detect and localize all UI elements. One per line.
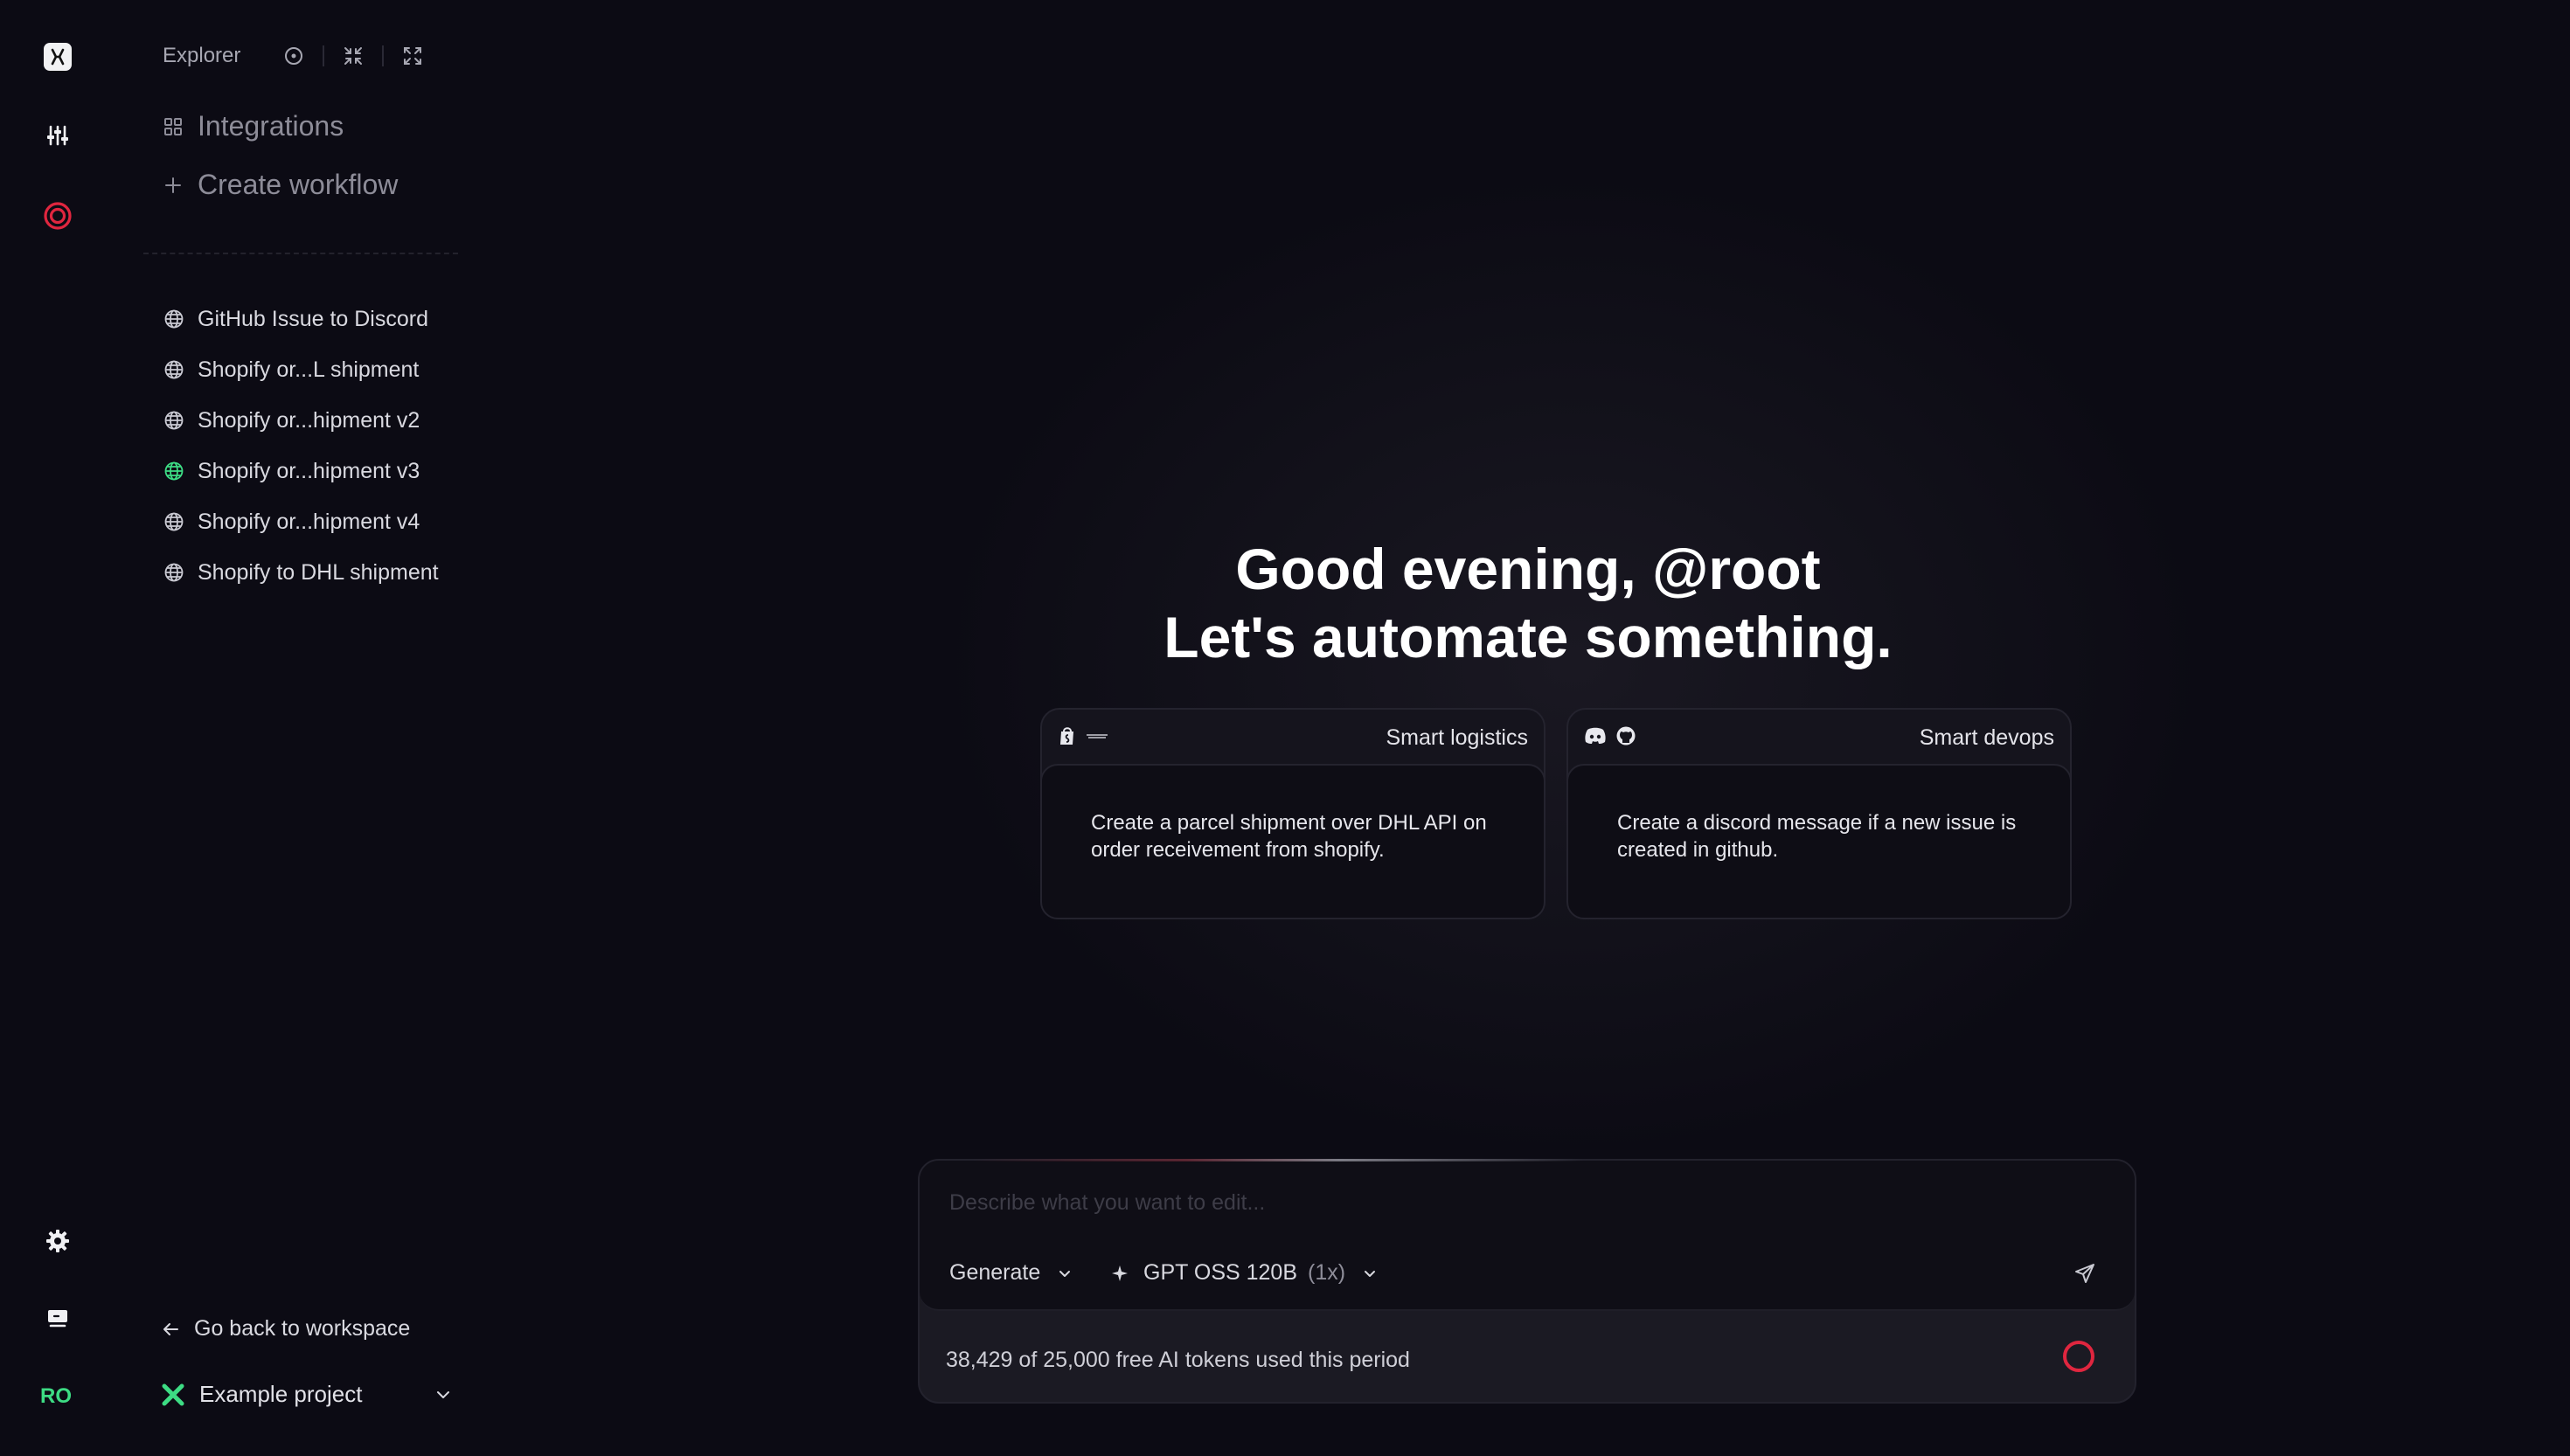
- workflow-item[interactable]: Shopify to DHL shipment: [163, 555, 439, 590]
- mode-select[interactable]: Generate: [949, 1260, 1073, 1286]
- project-name: Example project: [199, 1381, 363, 1407]
- globe-icon: [163, 358, 185, 381]
- card-header: Smart logistics: [1042, 710, 1544, 766]
- card-header: Smart devops: [1568, 710, 2070, 766]
- nav-integrations-label: Integrations: [198, 110, 344, 142]
- gear-icon: [46, 1230, 69, 1252]
- globe-icon: [163, 308, 185, 330]
- explorer-title: Explorer: [163, 44, 241, 67]
- nav-create-workflow[interactable]: Create workflow: [161, 169, 398, 201]
- greeting-line-1: Good evening, @root: [1235, 537, 1821, 601]
- discord-icon: [1584, 726, 1607, 750]
- suggestion-card-logistics[interactable]: Smart logistics Create a parcel shipment…: [1040, 708, 1545, 919]
- mode-select-label: Generate: [949, 1260, 1041, 1285]
- project-logo-icon: [161, 1383, 185, 1407]
- toolbar-divider: [382, 45, 385, 66]
- workflow-item-label: Shopify or...hipment v4: [198, 509, 420, 534]
- locate-button[interactable]: [281, 43, 307, 69]
- dhl-icon: [1086, 730, 1108, 745]
- card-description: Create a parcel shipment over DHL API on…: [1040, 764, 1545, 919]
- model-select[interactable]: GPT OSS 120B (1x): [1110, 1260, 1379, 1286]
- greeting-line-2: Let's automate something.: [1163, 605, 1893, 669]
- github-icon: [1615, 725, 1636, 751]
- sparkle-icon: [1110, 1264, 1129, 1283]
- expand-icon: [404, 47, 422, 65]
- send-icon: [2075, 1264, 2094, 1283]
- back-to-workspace-label: Go back to workspace: [194, 1316, 411, 1341]
- locate-icon: [285, 47, 303, 65]
- workflow-item-label: Shopify or...L shipment: [198, 357, 420, 382]
- workflow-item[interactable]: Shopify or...hipment v2: [163, 403, 420, 438]
- adjustments-button[interactable]: [38, 116, 77, 155]
- nav-integrations[interactable]: Integrations: [161, 110, 344, 142]
- chevron-down-icon: [434, 1385, 453, 1404]
- explorer-toolbar: Explorer: [163, 40, 426, 72]
- message-icon: [48, 1310, 67, 1328]
- suggestion-card-devops[interactable]: Smart devops Create a discord message if…: [1566, 708, 2072, 919]
- app-logo-icon: [44, 43, 72, 71]
- chevron-down-icon: [1361, 1265, 1379, 1282]
- workflow-item[interactable]: Shopify or...hipment v4: [163, 504, 420, 539]
- workflow-item-active[interactable]: Shopify or...hipment v3: [163, 454, 420, 489]
- app-logo-button[interactable]: [38, 38, 77, 76]
- nav-create-workflow-label: Create workflow: [198, 169, 399, 200]
- greeting: Good evening, @root Let's automate somet…: [962, 535, 2094, 671]
- sidebar-divider: [143, 253, 458, 254]
- explorer-sidebar: Explorer Integrations Create workflow Gi…: [143, 0, 458, 1456]
- send-button[interactable]: [2070, 1258, 2100, 1288]
- workflow-item-label: GitHub Issue to Discord: [198, 306, 428, 331]
- icon-rail: RO: [0, 0, 115, 1456]
- composer-input-area: Generate GPT OSS 120B (1x): [920, 1159, 2135, 1311]
- model-label: GPT OSS 120B: [1143, 1260, 1298, 1285]
- workflow-item[interactable]: Shopify or...L shipment: [163, 352, 419, 387]
- workflow-item-label: Shopify or...hipment v3: [198, 458, 420, 483]
- globe-icon: [163, 460, 185, 482]
- card-description: Create a discord message if a new issue …: [1566, 764, 2072, 919]
- model-multiplier: (1x): [1308, 1260, 1346, 1285]
- token-usage-indicator: [2063, 1341, 2094, 1372]
- settings-button[interactable]: [38, 1222, 77, 1260]
- plus-icon: [161, 176, 185, 195]
- project-switcher[interactable]: Example project: [161, 1381, 458, 1408]
- globe-icon: [163, 510, 185, 533]
- active-runs-button[interactable]: [38, 197, 77, 235]
- card-title: Smart logistics: [1386, 725, 1528, 750]
- prompt-input[interactable]: [949, 1190, 1998, 1216]
- chevron-down-icon: [1056, 1265, 1073, 1282]
- arrow-left-icon: [161, 1320, 180, 1339]
- workflow-item-label: Shopify to DHL shipment: [198, 559, 439, 585]
- composer-glow: [972, 1159, 1584, 1161]
- feedback-button[interactable]: [38, 1300, 77, 1338]
- grid-icon: [161, 117, 185, 136]
- back-to-workspace-link[interactable]: Go back to workspace: [161, 1316, 410, 1342]
- globe-icon: [163, 561, 185, 584]
- sliders-icon: [47, 125, 68, 146]
- prompt-composer: Generate GPT OSS 120B (1x) 38,429 of 25,…: [918, 1159, 2136, 1404]
- expand-all-button[interactable]: [399, 43, 426, 69]
- workflow-item-label: Shopify or...hipment v2: [198, 407, 420, 433]
- globe-icon: [163, 409, 185, 432]
- collapse-icon: [344, 47, 363, 65]
- target-icon: [44, 202, 72, 230]
- shopify-icon: [1058, 725, 1077, 751]
- token-usage-text: 38,429 of 25,000 free AI tokens used thi…: [946, 1348, 1410, 1372]
- toolbar-divider: [323, 45, 325, 66]
- card-title: Smart devops: [1919, 725, 2054, 750]
- user-avatar-initials[interactable]: RO: [40, 1384, 72, 1409]
- collapse-all-button[interactable]: [340, 43, 366, 69]
- workflow-item[interactable]: GitHub Issue to Discord: [163, 302, 428, 336]
